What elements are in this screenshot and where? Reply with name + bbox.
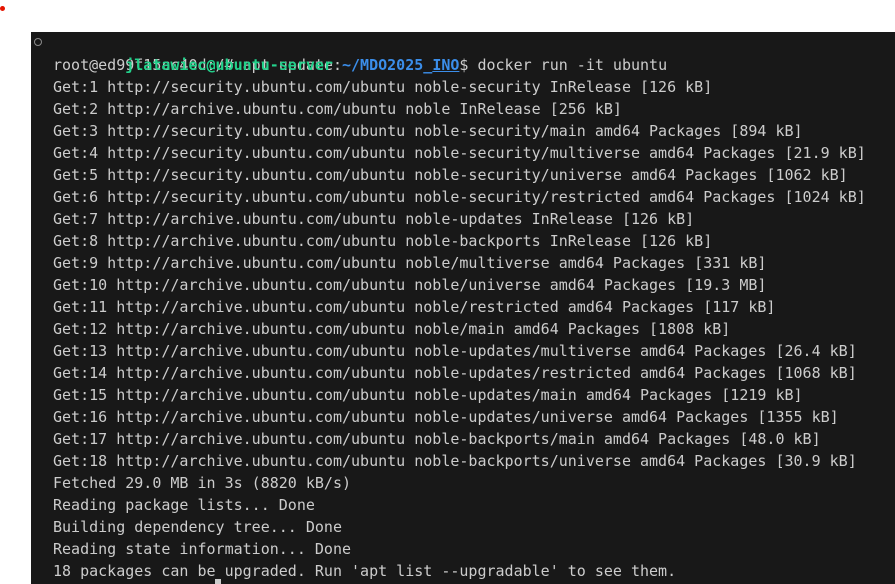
terminal-output-line: Get:18 http://archive.ubuntu.com/ubuntu … xyxy=(53,452,857,470)
terminal-output: jlatawiec@ubuntu-server:~/MDO2025_INO$ d… xyxy=(34,32,866,582)
terminal-output-line: Get:1 http://security.ubuntu.com/ubuntu … xyxy=(53,78,713,96)
terminal-output-line: Get:9 http://archive.ubuntu.com/ubuntu n… xyxy=(53,254,767,272)
terminal-output-line: Get:8 http://archive.ubuntu.com/ubuntu n… xyxy=(53,232,713,250)
terminal-cursor xyxy=(215,579,221,584)
prompt-line: jlatawiec@ubuntu-server:~/MDO2025_INO$ d… xyxy=(34,32,866,74)
circle-outline-icon[interactable] xyxy=(34,38,42,46)
terminal-output-line: Reading state information... Done xyxy=(53,540,352,558)
red-dot-marker xyxy=(0,6,5,11)
prompt-path-underlined: INO xyxy=(432,56,460,74)
terminal-output-line: Get:12 http://archive.ubuntu.com/ubuntu … xyxy=(53,320,731,338)
terminal-output-line: Get:16 http://archive.ubuntu.com/ubuntu … xyxy=(53,408,839,426)
terminal-output-line: Get:10 http://archive.ubuntu.com/ubuntu … xyxy=(53,276,767,294)
output-lines: root@ed99f15cc40d:/# apt update Get:1 htt… xyxy=(53,54,866,582)
page: jlatawiec@ubuntu-server:~/MDO2025_INO$ d… xyxy=(0,0,895,584)
terminal-output-line: Fetched 29.0 MB in 3s (8820 kB/s) xyxy=(53,474,352,492)
terminal-output-line: 18 packages can be upgraded. Run 'apt li… xyxy=(53,562,677,580)
terminal-output-line: Get:5 http://security.ubuntu.com/ubuntu … xyxy=(53,166,848,184)
terminal-output-line: Get:15 http://archive.ubuntu.com/ubuntu … xyxy=(53,386,803,404)
terminal-panel[interactable]: jlatawiec@ubuntu-server:~/MDO2025_INO$ d… xyxy=(31,32,895,584)
prompt-colon: : xyxy=(332,56,342,74)
terminal-output-line: Get:2 http://archive.ubuntu.com/ubuntu n… xyxy=(53,100,622,118)
terminal-output-line: Get:17 http://archive.ubuntu.com/ubuntu … xyxy=(53,430,821,448)
terminal-output-line: Get:3 http://security.ubuntu.com/ubuntu … xyxy=(53,122,803,140)
terminal-output-line: Reading package lists... Done xyxy=(53,496,315,514)
prompt-command: docker run -it ubuntu xyxy=(468,56,668,74)
prompt-path: ~/MDO2025_INO xyxy=(342,56,459,74)
terminal-output-line: Get:14 http://archive.ubuntu.com/ubuntu … xyxy=(53,364,857,382)
terminal-output-line: Get:7 http://archive.ubuntu.com/ubuntu n… xyxy=(53,210,695,228)
terminal-output-line: Get:6 http://security.ubuntu.com/ubuntu … xyxy=(53,188,866,206)
terminal-output-line: Get:11 http://archive.ubuntu.com/ubuntu … xyxy=(53,298,776,316)
terminal-output-line: Get:4 http://security.ubuntu.com/ubuntu … xyxy=(53,144,866,162)
prompt-user-host: jlatawiec@ubuntu-server xyxy=(125,56,333,74)
terminal-output-line: Building dependency tree... Done xyxy=(53,518,342,536)
terminal-output-line: Get:13 http://archive.ubuntu.com/ubuntu … xyxy=(53,342,857,360)
prompt-path-prefix: ~/MDO2025_ xyxy=(342,56,433,74)
